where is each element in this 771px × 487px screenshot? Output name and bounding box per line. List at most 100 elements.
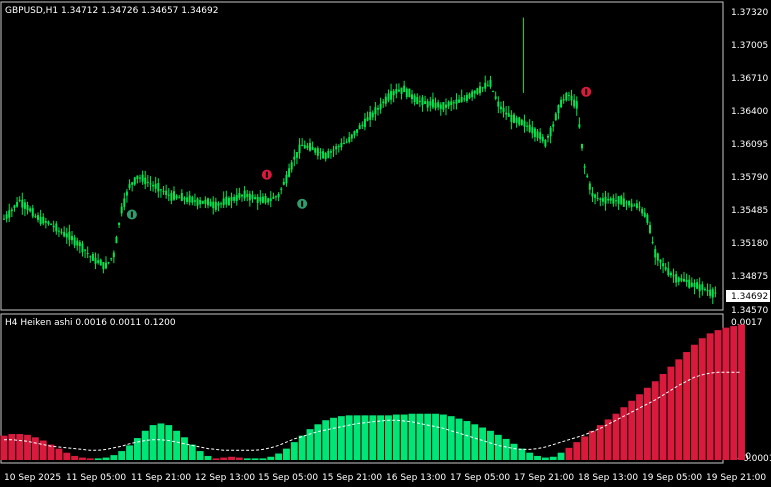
oscillator-bar xyxy=(667,366,675,460)
price-label: 1.37320 xyxy=(731,8,768,18)
candle-body xyxy=(685,279,688,283)
candle-body xyxy=(565,93,568,101)
time-label: 19 Sep 05:00 xyxy=(642,473,702,483)
price-label: 1.35180 xyxy=(731,239,768,249)
candle-body xyxy=(282,181,285,185)
candle-body xyxy=(39,216,42,225)
down-arrow-icon-mark xyxy=(265,171,268,178)
candle-body xyxy=(154,183,157,189)
candle-body xyxy=(450,101,453,105)
candle-body xyxy=(499,106,502,110)
candle-body xyxy=(515,117,518,123)
candle-body xyxy=(13,205,16,208)
candle-body xyxy=(222,198,225,206)
oscillator-bar xyxy=(416,413,424,460)
candle-body xyxy=(280,188,283,190)
candle-body xyxy=(672,275,675,277)
candle-body xyxy=(86,252,89,254)
oscillator-bar xyxy=(541,457,549,460)
oscillator-bar xyxy=(447,416,455,460)
candle-body xyxy=(680,278,683,281)
candle-body xyxy=(353,131,356,136)
oscillator-bar xyxy=(565,447,573,460)
oscillator-bar xyxy=(16,434,24,460)
candle-body xyxy=(633,205,636,207)
candle-body xyxy=(520,119,523,125)
time-label: 11 Sep 05:00 xyxy=(66,473,126,483)
oscillator-bar xyxy=(165,425,173,460)
candle-body xyxy=(350,134,353,139)
candle-body xyxy=(31,208,34,217)
candle-body xyxy=(207,198,209,206)
oscillator-bar xyxy=(212,458,220,460)
candle-body xyxy=(110,258,113,260)
oscillator-bar xyxy=(392,414,400,460)
candle-body xyxy=(539,132,542,140)
candle-body xyxy=(429,101,432,106)
oscillator-bar xyxy=(86,458,94,460)
oscillator-bar xyxy=(8,434,16,460)
candle-body xyxy=(183,197,186,200)
oscillator-bar xyxy=(94,458,102,460)
candle-body xyxy=(348,137,351,143)
candle-body xyxy=(643,212,646,217)
candle-body xyxy=(591,192,594,197)
candle-body xyxy=(424,101,427,104)
candle-body xyxy=(57,230,60,232)
candle-body xyxy=(314,148,317,153)
oscillator-bar xyxy=(267,456,275,460)
price-label: 1.37005 xyxy=(731,41,768,51)
candle-body xyxy=(165,190,168,195)
candle-body xyxy=(518,117,521,125)
current-price-label: 1.34692 xyxy=(731,292,768,302)
oscillator-bar xyxy=(659,373,667,460)
candle-body xyxy=(209,201,212,207)
chart-window[interactable]: GBPUSD,H1 1.34712 1.34726 1.34657 1.3469… xyxy=(0,0,771,487)
candle-body xyxy=(654,249,657,258)
time-axis: 10 Sep 2025 11 Sep 05:00 11 Sep 21:00 12… xyxy=(4,473,766,483)
candle-body xyxy=(55,223,58,232)
candle-body xyxy=(220,203,223,205)
time-label: 11 Sep 21:00 xyxy=(131,473,191,483)
candle-body xyxy=(290,162,293,170)
candle-body xyxy=(152,184,155,187)
candle-body xyxy=(60,231,63,233)
candle-body xyxy=(635,203,638,208)
candle-body xyxy=(285,174,288,184)
candle-body xyxy=(677,277,680,282)
oscillator-bar xyxy=(55,448,63,460)
oscillator-bar xyxy=(471,424,479,460)
candle-body xyxy=(254,197,257,200)
candle-body xyxy=(337,146,340,148)
candle-body xyxy=(16,202,19,207)
price-label: 1.36095 xyxy=(731,140,768,150)
candle-body xyxy=(261,196,264,203)
oscillator-bar xyxy=(110,455,118,460)
oscillator-bar xyxy=(487,430,494,460)
oscillator-bar xyxy=(706,333,714,460)
oscillator-bar xyxy=(79,457,86,460)
candle-body xyxy=(463,98,466,100)
candle-body xyxy=(73,237,76,246)
candle-body xyxy=(369,111,372,120)
price-label: 1.36400 xyxy=(731,107,768,117)
candle-body xyxy=(94,257,97,264)
candle-body xyxy=(573,99,576,107)
candle-body xyxy=(442,102,445,110)
oscillator-bar xyxy=(439,414,447,460)
symbol-header: GBPUSD,H1 1.34712 1.34726 1.34657 1.3469… xyxy=(5,6,218,16)
candle-body xyxy=(615,200,617,202)
candle-body xyxy=(78,242,81,247)
chart-canvas[interactable]: GBPUSD,H1 1.34712 1.34726 1.34657 1.3469… xyxy=(0,0,771,487)
oscillator-bar xyxy=(628,400,636,460)
oscillator-bar xyxy=(243,458,251,460)
candle-body xyxy=(248,193,251,201)
price-label: 1.35790 xyxy=(731,173,768,183)
oscillator-bar xyxy=(196,451,204,460)
candle-body xyxy=(688,279,691,288)
candle-body xyxy=(471,91,474,98)
candle-body xyxy=(505,112,508,115)
candle-body xyxy=(575,101,578,109)
indicator-scale-bottom2: 0.0001 xyxy=(743,454,771,464)
oscillator-bar xyxy=(636,394,643,460)
